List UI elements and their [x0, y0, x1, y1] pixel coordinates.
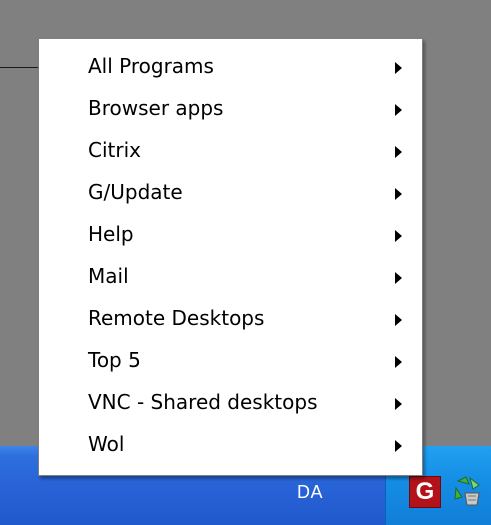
menu-item-vnc-shared-desktops[interactable]: VNC - Shared desktops — [39, 383, 422, 425]
menu-item-label: Help — [88, 222, 134, 246]
menu-item-help[interactable]: Help — [39, 215, 422, 257]
menu-item-remote-desktops[interactable]: Remote Desktops — [39, 299, 422, 341]
taskbar-label[interactable]: DA — [297, 482, 323, 503]
submenu-arrow-icon — [395, 146, 402, 158]
menu-item-label: Remote Desktops — [88, 306, 265, 330]
submenu-arrow-icon — [395, 398, 402, 410]
menu-item-citrix[interactable]: Citrix — [39, 131, 422, 173]
menu-item-label: Mail — [88, 264, 129, 288]
menu-item-label: Browser apps — [88, 96, 224, 120]
menu-item-wol[interactable]: Wol — [39, 425, 422, 467]
menu-item-label: Citrix — [88, 138, 141, 162]
submenu-arrow-icon — [395, 272, 402, 284]
submenu-arrow-icon — [395, 314, 402, 326]
submenu-arrow-icon — [395, 230, 402, 242]
submenu-arrow-icon — [395, 62, 402, 74]
menu-item-top-5[interactable]: Top 5 — [39, 341, 422, 383]
menu-item-label: VNC - Shared desktops — [88, 390, 318, 414]
submenu-arrow-icon — [395, 440, 402, 452]
submenu-arrow-icon — [395, 188, 402, 200]
menu-item-all-programs[interactable]: All Programs — [39, 47, 422, 89]
menu-item-label: All Programs — [88, 54, 214, 78]
start-popup-menu: All Programs Browser apps Citrix G/Updat… — [38, 38, 423, 476]
submenu-arrow-icon — [395, 104, 402, 116]
menu-item-label: Top 5 — [88, 348, 141, 372]
menu-item-g-update[interactable]: G/Update — [39, 173, 422, 215]
menu-item-mail[interactable]: Mail — [39, 257, 422, 299]
g-app-icon[interactable]: G — [409, 476, 441, 508]
recycle-icon[interactable] — [452, 475, 482, 507]
submenu-arrow-icon — [395, 356, 402, 368]
menu-item-label: G/Update — [88, 180, 183, 204]
menu-item-browser-apps[interactable]: Browser apps — [39, 89, 422, 131]
menu-item-label: Wol — [88, 432, 125, 456]
